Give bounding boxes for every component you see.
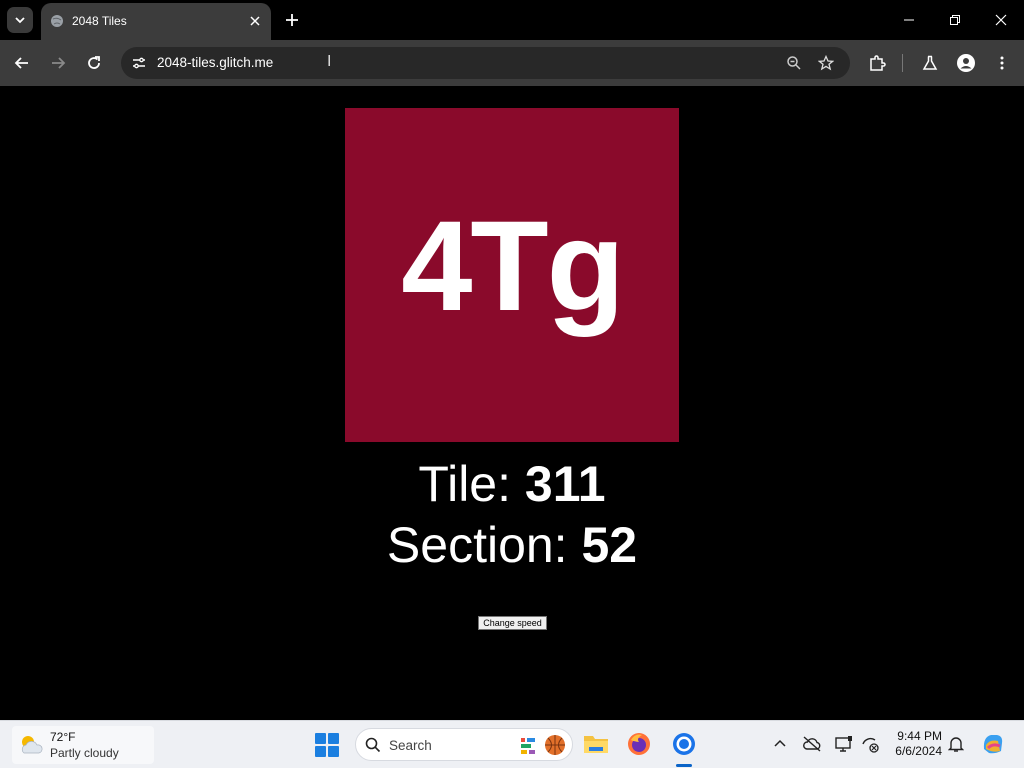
restore-button[interactable] [932,0,978,40]
chrome-icon [673,733,695,755]
new-tab-button[interactable] [281,9,303,31]
tab-strip: 2048 Tiles [0,0,1024,40]
clock-date: 6/6/2024 [895,744,942,758]
menu-button[interactable] [990,51,1014,75]
windows-logo-pane [328,733,339,744]
url-text[interactable]: 2048-tiles.glitch.me [157,55,273,71]
globe-icon [51,15,63,27]
section-stat-value: 52 [581,517,638,573]
firefox-app[interactable] [624,729,654,759]
folder-icon [584,736,608,753]
firefox-icon [628,733,650,755]
minimize-icon [904,19,914,21]
close-window-button[interactable] [978,0,1024,40]
weather-description: Partly cloudy [50,746,119,760]
display-tray-icon[interactable] [834,734,854,754]
search-icon [365,737,381,753]
flask-icon [922,55,938,70]
restore-icon [950,15,960,25]
tab-title: 2048 Tiles [72,14,127,28]
extensions-button[interactable] [865,51,889,75]
reload-icon [88,56,100,69]
arrow-left-icon [14,57,28,69]
site-info-button[interactable] [128,52,150,74]
network-off-icon [862,737,879,753]
copilot-icon [983,735,1003,754]
tab-search-button[interactable] [7,7,33,33]
minimize-button[interactable] [886,0,932,40]
notifications-button[interactable] [946,734,966,754]
chrome-app[interactable] [669,729,699,759]
plus-icon [286,14,298,26]
start-button[interactable] [315,733,339,757]
monitor-icon [835,736,852,752]
network-tray-icon[interactable] [860,734,880,754]
partly-cloudy-icon [21,736,43,754]
taskbar-search[interactable]: Search [355,728,573,761]
bell-icon [948,737,964,752]
address-bar[interactable]: 2048-tiles.glitch.me I [121,47,850,79]
active-app-indicator [676,764,692,767]
close-icon [995,14,1007,26]
search-highlight-icon [521,735,565,755]
copilot-button[interactable] [980,731,1006,757]
more-vert-icon [1000,56,1004,70]
tile-stat: Tile: 311 [0,455,1024,513]
search-label: Search [389,738,432,753]
cloud-off-icon [803,736,821,752]
tab-close-button[interactable] [246,12,264,30]
change-speed-button[interactable]: Change speed [478,616,547,630]
tile-stat-label: Tile: [418,456,525,512]
tab-active[interactable]: 2048 Tiles [41,3,271,40]
file-explorer-app[interactable] [581,729,611,759]
arrow-right-icon [52,57,66,69]
windows-logo-pane [315,733,326,744]
tile-label: 4Tg [401,195,625,338]
chevron-down-icon [15,17,25,24]
windows-logo-pane [328,746,339,757]
tune-icon [133,57,145,69]
tile-stat-value: 311 [524,456,606,512]
profile-icon [957,54,975,72]
page-content: 4Tg Tile: 311 Section: 52 Change speed [0,86,1024,720]
puzzle-icon [870,55,886,71]
system-clock[interactable]: 9:44 PM 6/6/2024 [884,729,942,759]
forward-button[interactable] [46,51,70,75]
weather-widget[interactable]: 72°F Partly cloudy [12,726,154,764]
onedrive-tray-icon[interactable] [802,734,822,754]
section-stat: Section: 52 [0,516,1024,574]
game-tile: 4Tg [345,108,679,442]
zoom-out-icon [787,56,801,70]
reload-button[interactable] [82,51,106,75]
back-button[interactable] [10,51,34,75]
profile-button[interactable] [954,51,978,75]
taskbar: 72°F Partly cloudy Search 9:44 PM 6/6/20… [0,720,1024,768]
zoom-button[interactable] [783,52,805,74]
labs-button[interactable] [918,51,942,75]
windows-logo-pane [315,746,326,757]
close-icon [250,16,260,26]
weather-temperature: 72°F [50,730,76,744]
toolbar-divider [902,54,903,72]
section-stat-label: Section: [386,517,582,573]
chevron-up-icon[interactable] [772,736,788,752]
browser-toolbar: 2048-tiles.glitch.me I [0,40,1024,86]
clock-time: 9:44 PM [897,729,942,743]
bookmark-button[interactable] [815,52,837,74]
star-icon [818,55,834,71]
text-cursor-icon: I [327,53,332,70]
